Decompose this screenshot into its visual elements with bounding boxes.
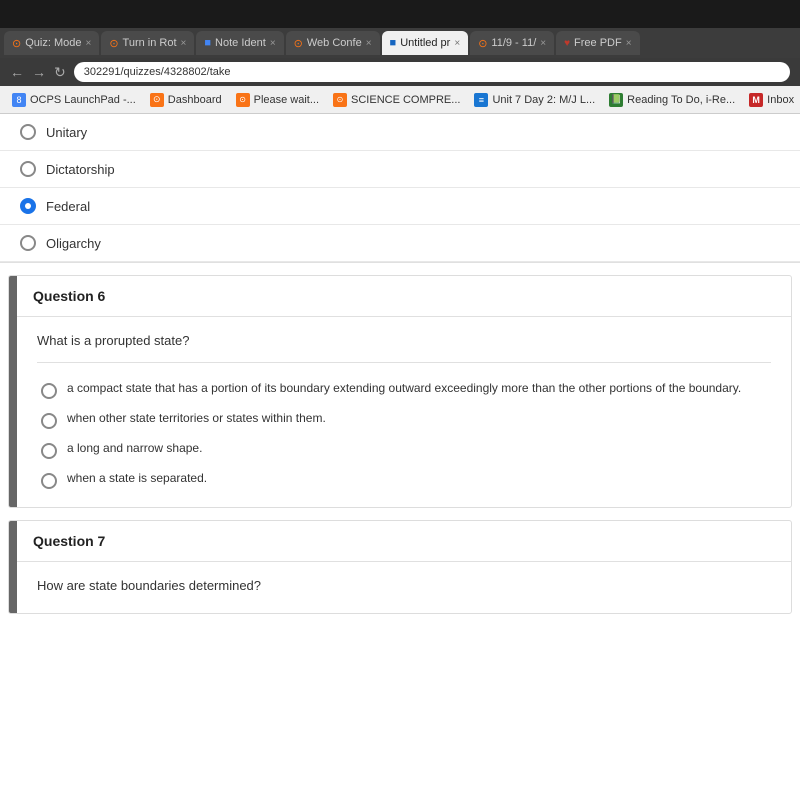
question6-opt-b-label: when other state territories or states w… <box>67 411 326 425</box>
tab-11-9[interactable]: ⊙ 11/9 - 11/ × <box>470 31 554 55</box>
tab-quiz-mode[interactable]: ⊙ Quiz: Mode × <box>4 31 99 55</box>
question6-opt-b[interactable]: when other state territories or states w… <box>37 405 771 435</box>
bookmark-ocps-icon: 8 <box>12 93 26 107</box>
url-input[interactable] <box>74 62 790 82</box>
bookmark-inbox-label: Inbox <box>767 94 794 106</box>
question7-body: How are state boundaries determined? <box>17 562 791 613</box>
tab-turn-in-rot-label: Turn in Rot <box>123 37 177 49</box>
question7-block: Question 7 How are state boundaries dete… <box>8 520 792 614</box>
question6-accent <box>9 276 17 507</box>
radio-q6-c[interactable] <box>41 443 57 459</box>
tab-untitled[interactable]: ■ Untitled pr × <box>382 31 469 55</box>
question6-opt-c-label: a long and narrow shape. <box>67 441 202 455</box>
tab-close-icon5[interactable]: × <box>454 38 460 49</box>
address-bar: ← → ↻ <box>0 58 800 86</box>
bookmark-reading-label: Reading To Do, i-Re... <box>627 94 735 106</box>
question6-opt-c[interactable]: a long and narrow shape. <box>37 435 771 465</box>
tab-close-icon3[interactable]: × <box>270 38 276 49</box>
question6-content: Question 6 What is a prorupted state? a … <box>17 276 791 507</box>
question6-opt-d-label: when a state is separated. <box>67 471 207 485</box>
tab-close-icon[interactable]: × <box>85 38 91 49</box>
tab-web-conf-label: Web Confe <box>307 37 362 49</box>
bookmark-reading-icon: 📗 <box>609 93 623 107</box>
question6-opt-a[interactable]: a compact state that has a portion of it… <box>37 375 771 405</box>
question6-header: Question 6 <box>17 276 791 317</box>
radio-q6-a[interactable] <box>41 383 57 399</box>
tab-free-pdf-label: Free PDF <box>574 37 622 49</box>
option-oligarchy-label: Oligarchy <box>46 236 101 251</box>
bookmark-dashboard-label: Dashboard <box>168 94 222 106</box>
bookmark-inbox[interactable]: M Inbox <box>745 91 798 109</box>
question6-opt-a-label: a compact state that has a portion of it… <box>67 381 741 395</box>
bookmark-dashboard-icon: ⊙ <box>150 93 164 107</box>
tab-free-pdf[interactable]: ♥ Free PDF × <box>556 31 639 55</box>
bookmark-inbox-icon: M <box>749 93 763 107</box>
tab-web-conf[interactable]: ⊙ Web Confe × <box>286 31 380 55</box>
option-dictatorship-label: Dictatorship <box>46 162 115 177</box>
question6-wrapper: Question 6 What is a prorupted state? a … <box>8 275 792 508</box>
question6-separator <box>37 362 771 363</box>
question6-number: Question 6 <box>33 288 105 304</box>
tab-11-9-label: 11/9 - 11/ <box>491 37 536 49</box>
bookmark-science-icon: ⊙ <box>333 93 347 107</box>
bookmark-science-label: SCIENCE COMPRE... <box>351 94 460 106</box>
option-unitary-label: Unitary <box>46 125 87 140</box>
quiz-container: Unitary Dictatorship Federal Oligarchy <box>0 114 800 614</box>
tab-untitled-label: Untitled pr <box>400 37 450 49</box>
bookmark-reading[interactable]: 📗 Reading To Do, i-Re... <box>605 91 739 109</box>
tab-close-icon2[interactable]: × <box>181 38 187 49</box>
question7-accent <box>9 521 17 613</box>
option-unitary[interactable]: Unitary <box>0 114 800 151</box>
bookmarks-bar: 8 OCPS LaunchPad -... ⊙ Dashboard ⊙ Plea… <box>0 86 800 114</box>
bookmark-dashboard[interactable]: ⊙ Dashboard <box>146 91 226 109</box>
question7-number: Question 7 <box>33 533 105 549</box>
tab-note-ident-label: Note Ident <box>215 37 266 49</box>
bookmark-ocps-label: OCPS LaunchPad -... <box>30 94 136 106</box>
radio-q6-d[interactable] <box>41 473 57 489</box>
nav-forward-icon[interactable]: → <box>32 64 46 80</box>
option-dictatorship[interactable]: Dictatorship <box>0 151 800 188</box>
tab-close-icon7[interactable]: × <box>626 38 632 49</box>
bookmark-please-wait[interactable]: ⊙ Please wait... <box>232 91 323 109</box>
radio-dictatorship[interactable] <box>20 161 36 177</box>
radio-unitary[interactable] <box>20 124 36 140</box>
bookmark-unit7-label: Unit 7 Day 2: M/J L... <box>492 94 595 106</box>
tab-close-icon4[interactable]: × <box>366 38 372 49</box>
radio-oligarchy[interactable] <box>20 235 36 251</box>
os-bar <box>0 0 800 28</box>
option-oligarchy[interactable]: Oligarchy <box>0 225 800 262</box>
radio-q6-b[interactable] <box>41 413 57 429</box>
bookmark-please-wait-icon: ⊙ <box>236 93 250 107</box>
radio-federal[interactable] <box>20 198 36 214</box>
bookmark-unit7[interactable]: ≡ Unit 7 Day 2: M/J L... <box>470 91 599 109</box>
tab-note-ident[interactable]: ■ Note Ident × <box>196 31 283 55</box>
bookmark-science[interactable]: ⊙ SCIENCE COMPRE... <box>329 91 464 109</box>
question6-text: What is a prorupted state? <box>37 333 771 348</box>
bookmark-please-wait-label: Please wait... <box>254 94 319 106</box>
question6-block: Question 6 What is a prorupted state? a … <box>8 275 792 508</box>
question7-wrapper: Question 7 How are state boundaries dete… <box>8 520 792 614</box>
bookmark-unit7-icon: ≡ <box>474 93 488 107</box>
prev-question-options: Unitary Dictatorship Federal Oligarchy <box>0 114 800 263</box>
option-federal[interactable]: Federal <box>0 188 800 225</box>
question7-content: Question 7 How are state boundaries dete… <box>17 521 791 613</box>
page-content: Unitary Dictatorship Federal Oligarchy <box>0 114 800 800</box>
nav-back-icon[interactable]: ← <box>10 64 24 80</box>
question7-header: Question 7 <box>17 521 791 562</box>
option-federal-label: Federal <box>46 199 90 214</box>
question6-opt-d[interactable]: when a state is separated. <box>37 465 771 495</box>
tab-turn-in-rot[interactable]: ⊙ Turn in Rot × <box>101 31 194 55</box>
browser-tabs: ⊙ Quiz: Mode × ⊙ Turn in Rot × ■ Note Id… <box>0 28 800 58</box>
question6-body: What is a prorupted state? a compact sta… <box>17 317 791 507</box>
bookmark-ocps[interactable]: 8 OCPS LaunchPad -... <box>8 91 140 109</box>
question7-text: How are state boundaries determined? <box>37 578 771 593</box>
tab-quiz-mode-label: Quiz: Mode <box>25 37 81 49</box>
tab-close-icon6[interactable]: × <box>540 38 546 49</box>
nav-refresh-icon[interactable]: ↻ <box>54 64 66 81</box>
